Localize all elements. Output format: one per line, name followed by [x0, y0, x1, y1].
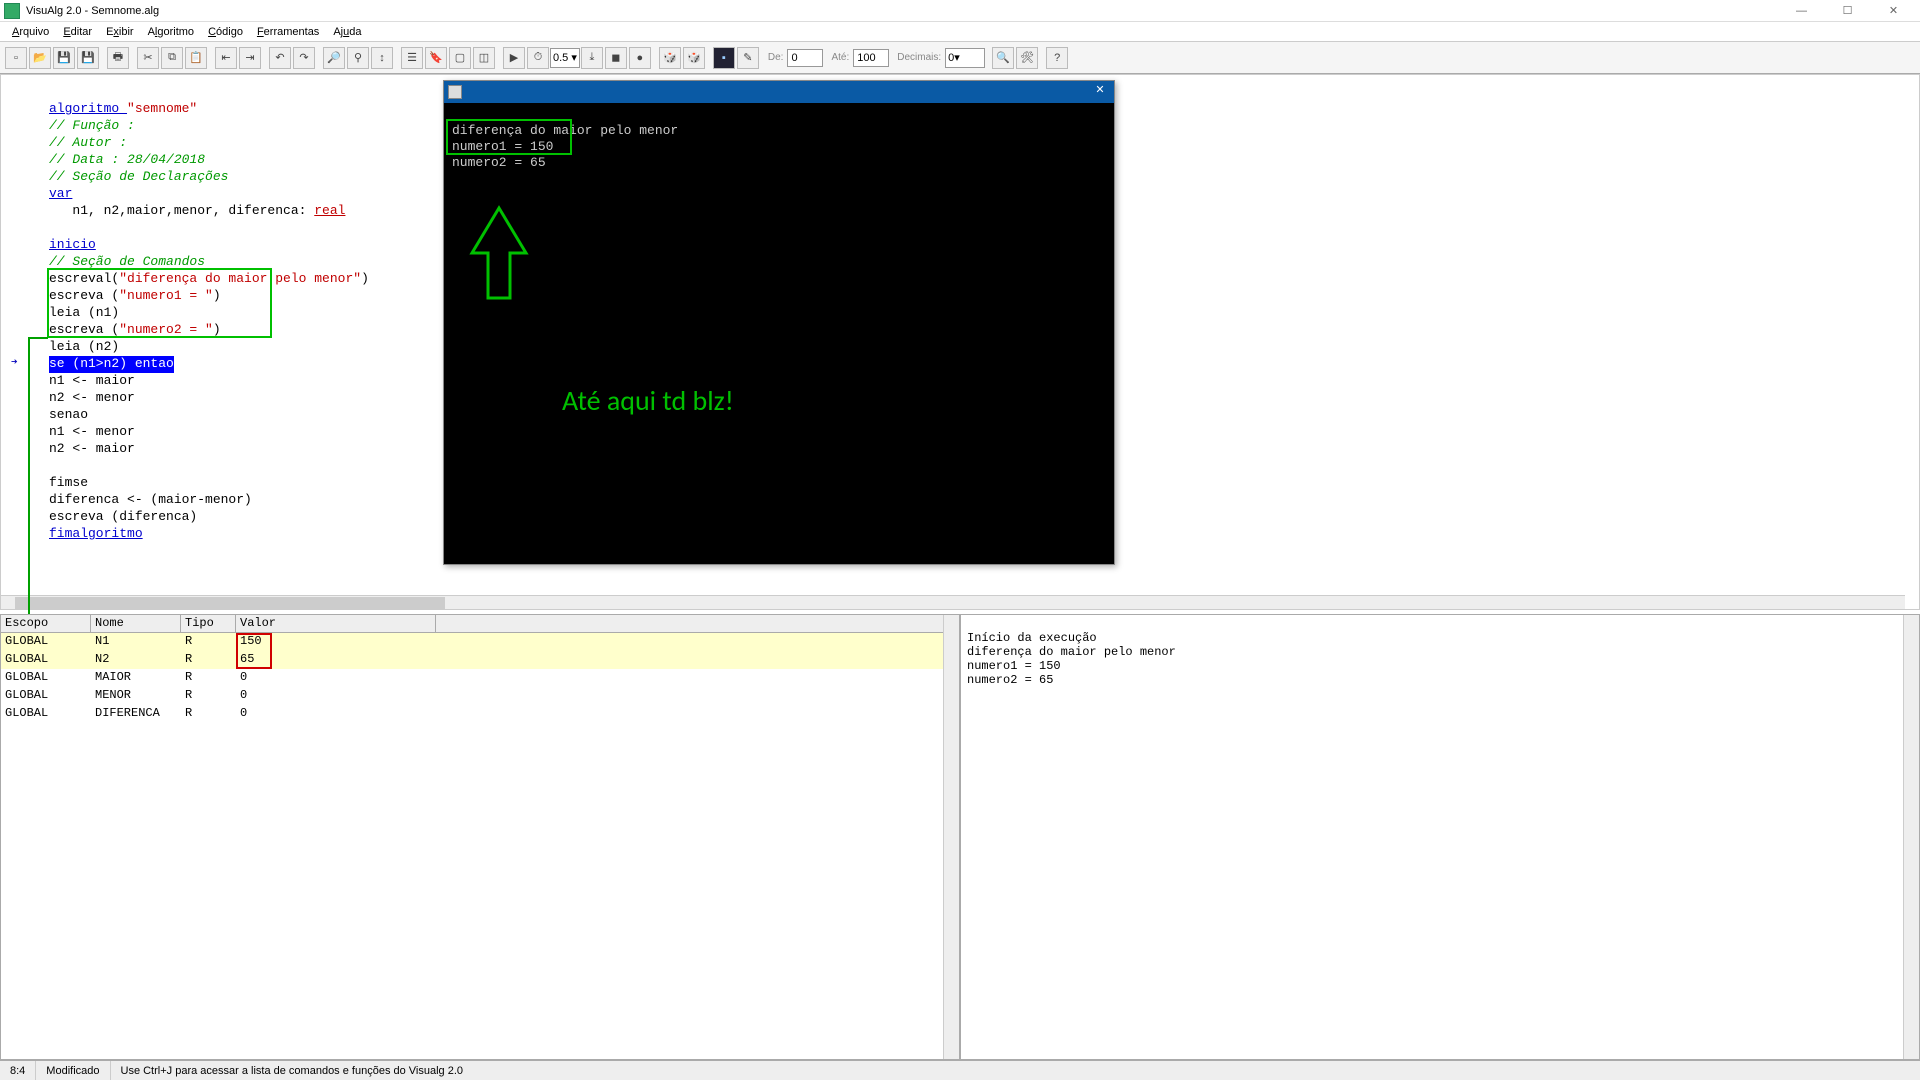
console-close-button[interactable]: ✕: [1090, 83, 1110, 101]
timer-value[interactable]: 0.5 ▾: [550, 48, 580, 68]
output-log: Início da execução diferença do maior pe…: [960, 614, 1920, 1060]
window-title: VisuAlg 2.0 - Semnome.alg: [26, 5, 159, 17]
code-line: algoritmo: [49, 101, 127, 116]
log-scrollbar[interactable]: [1903, 615, 1919, 1059]
ate-label: Até:: [831, 52, 849, 63]
dos-icon[interactable]: ▪: [713, 47, 735, 69]
minimize-button[interactable]: —: [1779, 1, 1824, 21]
print-icon[interactable]: 🖶: [107, 47, 129, 69]
open-icon[interactable]: 📂: [29, 47, 51, 69]
console-titlebar[interactable]: ✕: [444, 81, 1114, 103]
help-icon[interactable]: ?: [1046, 47, 1068, 69]
exec-pointer-icon: ➔: [11, 355, 18, 372]
stop-icon[interactable]: ◼: [605, 47, 627, 69]
title-bar: VisuAlg 2.0 - Semnome.alg — ☐ ✕: [0, 0, 1920, 22]
zoom-icon[interactable]: 🔍: [992, 47, 1014, 69]
pencil-icon[interactable]: ✎: [737, 47, 759, 69]
console-window: ✕ diferença do maior pelo menor numero1 …: [443, 80, 1115, 565]
random2-icon[interactable]: 🎲: [683, 47, 705, 69]
layout-icon[interactable]: ◫: [473, 47, 495, 69]
step-icon[interactable]: ⤓: [581, 47, 603, 69]
saveas-icon[interactable]: 💾: [77, 47, 99, 69]
run-icon[interactable]: ▶: [503, 47, 525, 69]
breakpoint-icon[interactable]: ●: [629, 47, 651, 69]
config-icon[interactable]: 🛠: [1016, 47, 1038, 69]
menu-ajuda[interactable]: Ajuda: [327, 24, 367, 40]
replace-icon[interactable]: ⚲: [347, 47, 369, 69]
de-label: De:: [768, 52, 784, 63]
ate-input[interactable]: [853, 49, 889, 67]
save-icon[interactable]: 💾: [53, 47, 75, 69]
window-icon[interactable]: ▢: [449, 47, 471, 69]
editor-scrollbar[interactable]: [1, 595, 1905, 609]
menu-editar[interactable]: Editar: [57, 24, 98, 40]
menu-algoritmo[interactable]: Algoritmo: [142, 24, 200, 40]
annotation-text: Até aqui td blz!: [562, 393, 734, 409]
cursor-position: 8:4: [0, 1061, 36, 1080]
menu-ferramentas[interactable]: Ferramentas: [251, 24, 325, 40]
goto-icon[interactable]: ↕: [371, 47, 393, 69]
variable-row[interactable]: GLOBALMAIORR0: [1, 669, 959, 687]
paste-icon[interactable]: 📋: [185, 47, 207, 69]
find-icon[interactable]: 🔎: [323, 47, 345, 69]
dec-label: Decimais:: [897, 52, 941, 63]
bookmark-icon[interactable]: 🔖: [425, 47, 447, 69]
undo-icon[interactable]: ↶: [269, 47, 291, 69]
menu-codigo[interactable]: Código: [202, 24, 249, 40]
indent-icon[interactable]: ⇥: [239, 47, 261, 69]
list-icon[interactable]: ☰: [401, 47, 423, 69]
new-icon[interactable]: ▫: [5, 47, 27, 69]
de-input[interactable]: [787, 49, 823, 67]
random-icon[interactable]: 🎲: [659, 47, 681, 69]
menu-bar: Arquivo Editar Exibir Algoritmo Código F…: [0, 22, 1920, 42]
close-button[interactable]: ✕: [1871, 1, 1916, 21]
timer-run-icon[interactable]: ⏱: [527, 47, 549, 69]
app-icon: [4, 3, 20, 19]
cut-icon[interactable]: ✂: [137, 47, 159, 69]
console-icon: [448, 85, 462, 99]
variable-row[interactable]: GLOBALN2R65: [1, 651, 959, 669]
redo-icon[interactable]: ↷: [293, 47, 315, 69]
status-hint: Use Ctrl+J para acessar a lista de coman…: [111, 1061, 474, 1080]
variable-row[interactable]: GLOBALDIFERENCAR0: [1, 705, 959, 723]
var-scrollbar[interactable]: [943, 615, 959, 1059]
menu-exibir[interactable]: Exibir: [100, 24, 140, 40]
modified-state: Modificado: [36, 1061, 110, 1080]
variables-panel: Escopo Nome Tipo Valor GLOBALN1R150GLOBA…: [0, 614, 960, 1060]
toolbar: ▫ 📂 💾 💾 🖶 ✂ ⧉ 📋 ⇤ ⇥ ↶ ↷ 🔎 ⚲ ↕ ☰ 🔖 ▢ ◫ ▶ …: [0, 42, 1920, 74]
maximize-button[interactable]: ☐: [1825, 1, 1870, 21]
annotation-console-box: [446, 119, 572, 155]
copy-icon[interactable]: ⧉: [161, 47, 183, 69]
variables-header: Escopo Nome Tipo Valor: [1, 615, 959, 633]
variable-row[interactable]: GLOBALMENORR0: [1, 687, 959, 705]
dec-input[interactable]: 0 ▾: [945, 48, 985, 68]
dedent-icon[interactable]: ⇤: [215, 47, 237, 69]
menu-arquivo[interactable]: Arquivo: [6, 24, 55, 40]
status-bar: 8:4 Modificado Use Ctrl+J para acessar a…: [0, 1060, 1920, 1080]
variable-row[interactable]: GLOBALN1R150: [1, 633, 959, 651]
up-arrow-icon: [464, 171, 534, 355]
